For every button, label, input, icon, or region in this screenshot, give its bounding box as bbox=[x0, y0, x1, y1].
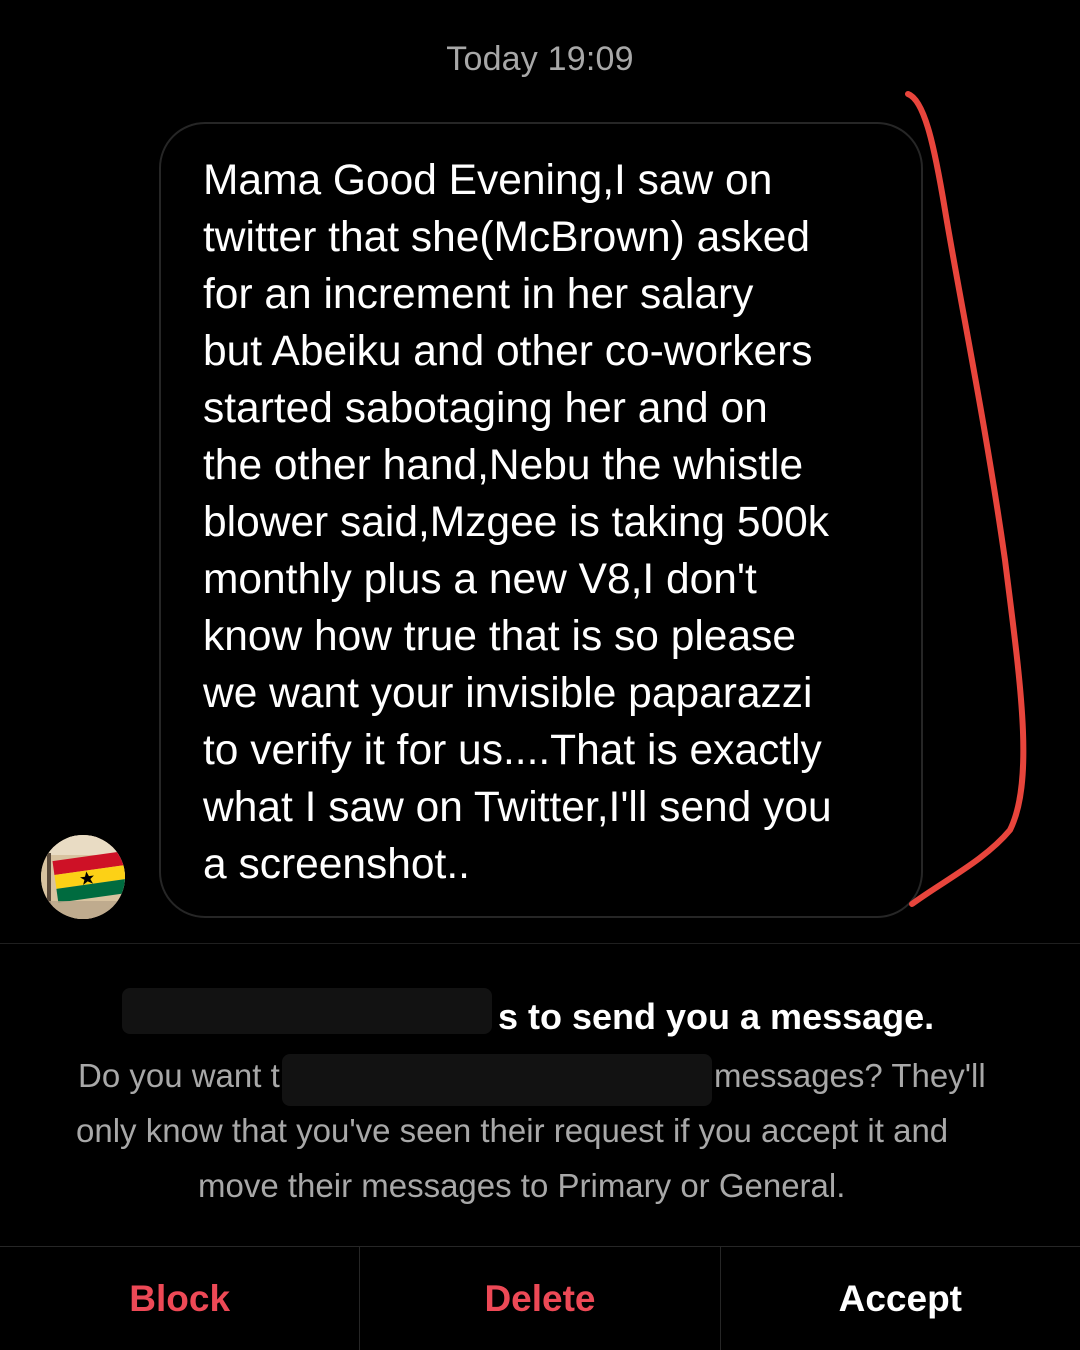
request-line-3: move their messages to Primary or Genera… bbox=[198, 1167, 846, 1204]
request-line-1-start: Do you want t bbox=[78, 1057, 280, 1094]
section-divider bbox=[0, 943, 1080, 944]
message-text: Mama Good Evening,I saw on twitter that … bbox=[203, 157, 832, 888]
request-title-text: s to send you a message. bbox=[498, 996, 935, 1037]
request-line-1-end: messages? They'll bbox=[714, 1057, 986, 1094]
redaction-scribble bbox=[122, 988, 492, 1034]
delete-button[interactable]: Delete bbox=[359, 1247, 719, 1350]
redaction-scribble bbox=[282, 1054, 712, 1106]
request-line-2: only know that you've seen their request… bbox=[76, 1112, 949, 1149]
ghana-flag-avatar-icon[interactable] bbox=[41, 835, 125, 919]
avatar-image bbox=[41, 835, 125, 919]
message-bubble[interactable]: Mama Good Evening,I saw on twitter that … bbox=[159, 122, 923, 918]
block-button[interactable]: Block bbox=[0, 1247, 359, 1350]
accept-button[interactable]: Accept bbox=[719, 1247, 1080, 1350]
message-row: Mama Good Evening,I saw on twitter that … bbox=[0, 122, 1080, 922]
message-timestamp: Today 19:09 bbox=[446, 40, 634, 78]
action-bar: Block Delete Accept bbox=[0, 1246, 1080, 1350]
message-request-screen: Today 19:09 Mama Good Evening,I saw on t… bbox=[0, 0, 1080, 1350]
